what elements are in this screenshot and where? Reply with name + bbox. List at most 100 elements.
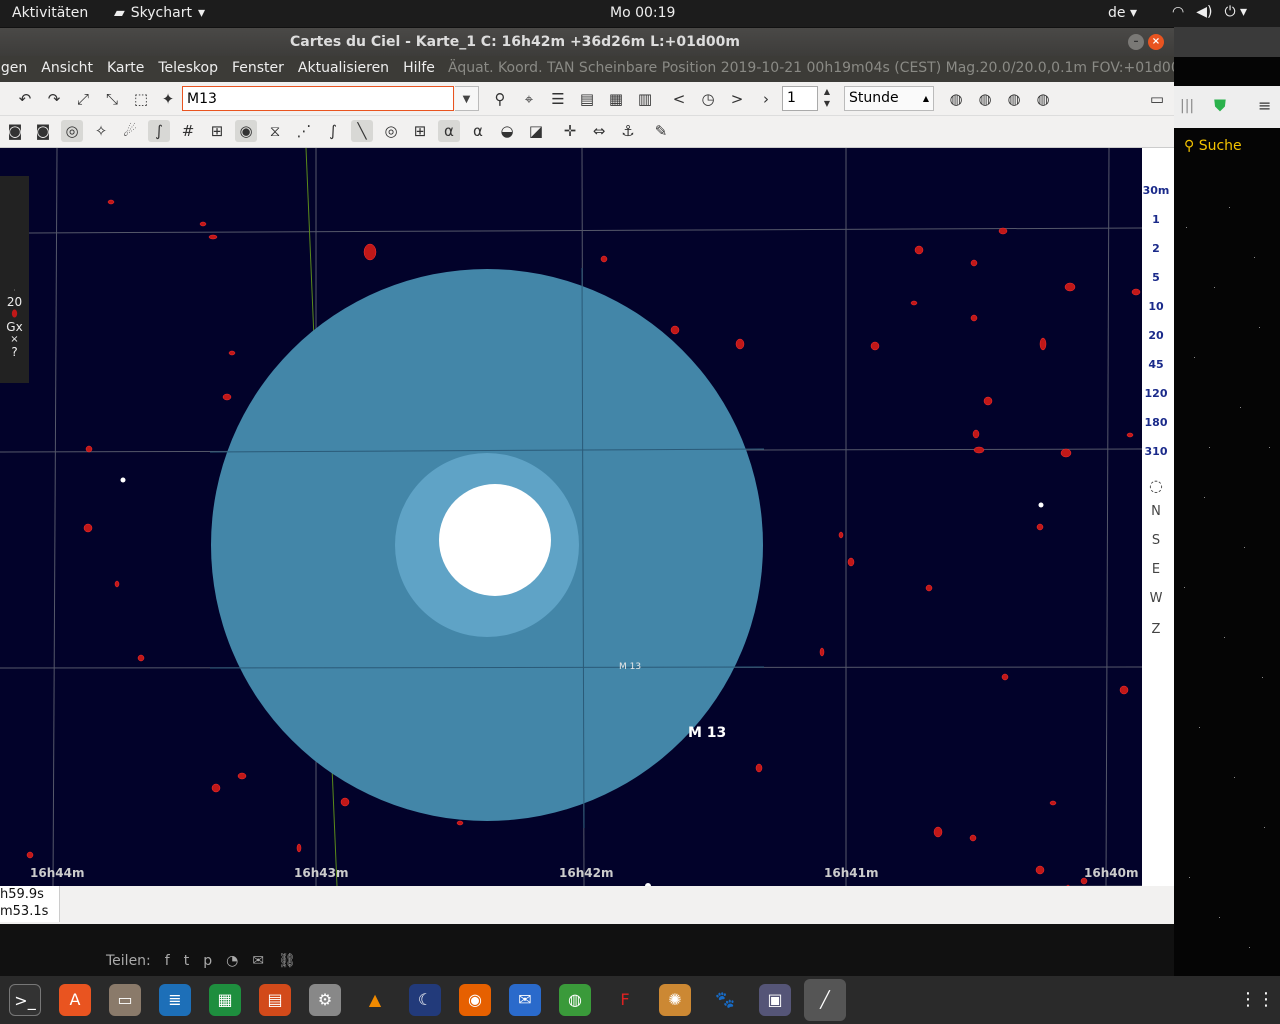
photo-icon[interactable]: ◙: [32, 120, 54, 142]
pinterest-icon[interactable]: p: [203, 953, 212, 969]
facebook-icon[interactable]: f: [165, 953, 170, 969]
link-icon[interactable]: ⛓: [278, 953, 296, 969]
crosshair-icon[interactable]: ✛: [559, 120, 581, 142]
time-step-input[interactable]: 1: [782, 86, 818, 111]
compass-icon[interactable]: ◉: [235, 120, 257, 142]
menu-icon[interactable]: ≡: [1258, 96, 1271, 115]
aperture-icon[interactable]: ✺: [659, 984, 691, 1016]
circle-icon[interactable]: ◎: [380, 120, 402, 142]
close-filter-icon[interactable]: ×: [0, 334, 29, 345]
impress-icon[interactable]: ▤: [259, 984, 291, 1016]
time-unit-select[interactable]: Stunde▲▼: [844, 86, 934, 126]
language-indicator[interactable]: de ▾: [1108, 5, 1137, 21]
app-menu[interactable]: ▰ Skychart ▾: [114, 5, 205, 21]
mirror-icon[interactable]: ⇔: [588, 120, 610, 142]
fov-button-45[interactable]: 45: [1142, 358, 1170, 371]
fov-button-310[interactable]: 310: [1142, 445, 1170, 458]
menu-item-window[interactable]: Fenster: [232, 60, 284, 76]
anchor-icon[interactable]: ⚓: [617, 120, 639, 142]
direction-south-button[interactable]: S: [1142, 533, 1170, 548]
location-icon[interactable]: ⌖: [518, 88, 540, 110]
comet-icon[interactable]: ☄: [119, 120, 141, 142]
whatsapp-icon[interactable]: ◔: [226, 953, 238, 969]
zoom-out-icon[interactable]: ⤡: [101, 88, 123, 110]
step-back-icon[interactable]: <: [668, 88, 690, 110]
skychart-dock-icon[interactable]: ╱: [804, 979, 846, 1021]
menu-item-chart[interactable]: Karte: [107, 60, 144, 76]
filter-help-icon[interactable]: ?: [0, 345, 29, 359]
zoom-in-icon[interactable]: ⤢: [72, 88, 94, 110]
library-icon[interactable]: |||: [1180, 98, 1194, 114]
clock[interactable]: Mo 00:19: [610, 5, 675, 21]
search-history-dropdown[interactable]: ▼: [455, 86, 479, 111]
zenith-button[interactable]: Z: [1142, 622, 1170, 637]
telescope-abort-icon[interactable]: ◍: [1032, 88, 1054, 110]
image-viewer-icon[interactable]: ▣: [759, 984, 791, 1016]
list-icon[interactable]: ☰: [547, 88, 569, 110]
milky-way-icon[interactable]: ∫: [148, 120, 170, 142]
step-forward-fast-icon[interactable]: ›: [755, 88, 777, 110]
alpha-edit-icon[interactable]: α: [467, 120, 489, 142]
menu-item-help[interactable]: Hilfe: [403, 60, 435, 76]
line-icon[interactable]: ╲: [351, 120, 373, 142]
fov-button-30m[interactable]: 30m: [1142, 184, 1170, 197]
horizon-icon[interactable]: ◒: [496, 120, 518, 142]
calc-icon[interactable]: ▦: [209, 984, 241, 1016]
ecliptic-icon[interactable]: ∫: [322, 120, 344, 142]
direction-east-button[interactable]: E: [1142, 562, 1170, 577]
alpha-label-icon[interactable]: α: [438, 120, 460, 142]
stellarium-icon[interactable]: ☾: [409, 984, 441, 1016]
thunderbird-icon[interactable]: ✉: [509, 984, 541, 1016]
fov-button-1[interactable]: 1: [1142, 213, 1170, 226]
nebula-icon[interactable]: ◎: [61, 120, 83, 142]
fov-button-10[interactable]: 10: [1142, 300, 1170, 313]
web-search-link[interactable]: ⚲ Suche: [1184, 138, 1242, 154]
zoom-area-icon[interactable]: ⬚: [130, 88, 152, 110]
menu-item-view[interactable]: Ansicht: [41, 60, 93, 76]
star-icon[interactable]: ✦: [157, 88, 179, 110]
settings-icon[interactable]: ⚙: [309, 984, 341, 1016]
magnitude-limit-value[interactable]: 20: [0, 295, 29, 309]
activities-button[interactable]: Aktivitäten: [12, 5, 88, 21]
alt-az-grid-icon[interactable]: ⊞: [206, 120, 228, 142]
calendar-list-icon[interactable]: ▤: [576, 88, 598, 110]
shield-icon[interactable]: ⛊: [1214, 96, 1226, 116]
close-button[interactable]: ×: [1148, 34, 1164, 50]
writer-icon[interactable]: ≣: [159, 984, 191, 1016]
time-step-spinner[interactable]: ▲ ▼: [820, 86, 834, 111]
fov-button-20[interactable]: 20: [1142, 329, 1170, 342]
fov-button-2[interactable]: 2: [1142, 242, 1170, 255]
terminal-icon[interactable]: >_: [9, 984, 41, 1016]
show-apps-icon[interactable]: ⋮⋮: [1239, 984, 1275, 1016]
calendar-icon[interactable]: ▦: [605, 88, 627, 110]
direction-north-button[interactable]: N: [1142, 504, 1170, 519]
window-titlebar[interactable]: Cartes du Ciel - Karte_1 C: 16h42m +36d2…: [0, 28, 1174, 56]
telescope-add-icon[interactable]: ◍: [974, 88, 996, 110]
all-sky-icon[interactable]: ◌: [1142, 476, 1170, 495]
stars-icon[interactable]: ✧: [90, 120, 112, 142]
search-object-input[interactable]: [182, 86, 454, 111]
email-icon[interactable]: ✉: [252, 953, 264, 969]
firefox-icon[interactable]: ◉: [459, 984, 491, 1016]
constellation-icon[interactable]: ⧖: [264, 120, 286, 142]
fov-button-5[interactable]: 5: [1142, 271, 1170, 284]
undo-icon[interactable]: ↶: [14, 88, 36, 110]
menu-item-telescope[interactable]: Teleskop: [158, 60, 218, 76]
camera-icon[interactable]: ◙: [4, 120, 26, 142]
sky-chart[interactable]: M 13 M 13: [0, 148, 1142, 886]
search-icon[interactable]: ⚲: [489, 88, 511, 110]
sky-chart-svg[interactable]: M 13 M 13: [0, 148, 1142, 886]
redo-icon[interactable]: ↷: [43, 88, 65, 110]
gimp-icon[interactable]: 🐾: [709, 984, 741, 1016]
vlc-icon[interactable]: ▲: [359, 984, 391, 1016]
fov-button-180[interactable]: 180: [1142, 416, 1170, 429]
galaxy-filter-label[interactable]: Gx: [0, 320, 29, 334]
step-forward-icon[interactable]: >: [726, 88, 748, 110]
menu-item-settings[interactable]: ngen: [0, 60, 27, 76]
telescope-sync-icon[interactable]: ◍: [1003, 88, 1025, 110]
fov-button-120[interactable]: 120: [1142, 387, 1170, 400]
direction-west-button[interactable]: W: [1142, 591, 1170, 606]
scale-icon[interactable]: ⊞: [409, 120, 431, 142]
twitter-icon[interactable]: t: [184, 953, 190, 969]
telescope-connect-icon[interactable]: ◍: [945, 88, 967, 110]
